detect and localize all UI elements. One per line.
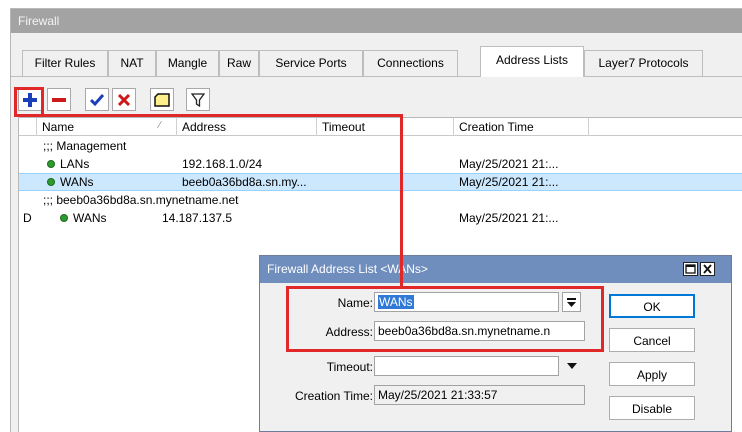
header-name[interactable]: Name ∕	[37, 118, 177, 136]
timeout-label: Timeout:	[326, 360, 373, 374]
row-creation-time: May/25/2021 21:...	[459, 157, 559, 171]
sort-indicator-icon: ∕	[159, 120, 161, 131]
add-button[interactable]	[18, 88, 42, 111]
table-row[interactable]: ;;; beeb0a36bd8a.sn.mynetname.net	[19, 191, 742, 209]
tab-divider	[11, 76, 742, 77]
apply-button[interactable]: Apply	[609, 362, 695, 386]
creation-time-label: Creation Time:	[294, 389, 373, 403]
row-name: WANs	[60, 175, 94, 189]
table-row[interactable]: LANs 192.168.1.0/24 May/25/2021 21:...	[19, 155, 742, 173]
tab-nat[interactable]: NAT	[108, 50, 156, 76]
name-dropdown-button[interactable]	[562, 292, 581, 312]
address-field[interactable]: beeb0a36bd8a.sn.mynetname.n	[374, 321, 585, 341]
tab-raw[interactable]: Raw	[219, 50, 259, 76]
tab-filter-rules[interactable]: Filter Rules	[22, 50, 108, 76]
row-creation-time: May/25/2021 21:...	[459, 175, 559, 189]
row-address: 192.168.1.0/24	[182, 157, 263, 171]
name-field-value: WANs	[378, 295, 414, 309]
header-address[interactable]: Address	[177, 118, 317, 136]
header-name-label: Name	[42, 120, 75, 134]
dropdown-arrow-icon	[567, 298, 576, 307]
table-row-selected[interactable]: WANs beeb0a36bd8a.sn.my... May/25/2021 2…	[19, 173, 742, 191]
enable-button[interactable]	[85, 88, 109, 111]
row-address: beeb0a36bd8a.sn.my...	[182, 175, 307, 189]
creation-time-field: May/25/2021 21:33:57	[374, 385, 585, 405]
address-label: Address:	[325, 325, 373, 339]
tab-service-ports[interactable]: Service Ports	[259, 50, 363, 76]
row-comment: ;;; Management	[43, 139, 127, 153]
row-creation-time: May/25/2021 21:...	[459, 211, 559, 225]
remove-button[interactable]	[47, 88, 71, 111]
row-address: 14.187.137.5	[162, 211, 233, 225]
tab-address-lists[interactable]: Address Lists	[480, 46, 584, 77]
comment-button[interactable]	[150, 88, 174, 111]
status-dot-icon	[47, 160, 55, 168]
timeout-field[interactable]	[374, 356, 559, 376]
row-name: LANs	[60, 157, 90, 171]
header-timeout[interactable]: Timeout	[317, 118, 454, 136]
minus-icon	[52, 97, 66, 102]
x-icon	[117, 93, 131, 106]
disable-dialog-button[interactable]: Disable	[609, 396, 695, 420]
ok-button[interactable]: OK	[609, 294, 695, 318]
window-title: Firewall	[11, 9, 742, 33]
tab-connections[interactable]: Connections	[363, 50, 458, 76]
close-button[interactable]	[700, 262, 715, 276]
restore-button[interactable]	[683, 262, 698, 276]
plus-icon	[23, 92, 37, 107]
name-field[interactable]: WANs	[374, 292, 559, 312]
status-dot-icon	[60, 214, 68, 222]
disable-button[interactable]	[112, 88, 136, 111]
row-name: WANs	[73, 211, 107, 225]
tab-mangle[interactable]: Mangle	[156, 50, 219, 76]
table-row[interactable]: ;;; Management	[19, 137, 742, 155]
timeout-dropdown-icon[interactable]	[566, 360, 578, 372]
header-flag	[19, 118, 37, 136]
name-label: Name:	[337, 296, 373, 310]
table-header: Name ∕ Address Timeout Creation Time	[19, 118, 742, 136]
row-flag: D	[23, 211, 32, 225]
address-list-dialog: Firewall Address List <WANs> Name: WANs …	[259, 255, 732, 432]
comment-icon	[154, 92, 170, 107]
dialog-title: Firewall Address List <WANs>	[260, 256, 731, 283]
row-comment: ;;; beeb0a36bd8a.sn.mynetname.net	[43, 193, 239, 207]
status-dot-icon	[47, 178, 55, 186]
cancel-button[interactable]: Cancel	[609, 328, 695, 352]
restore-icon	[685, 264, 696, 274]
filter-icon	[191, 92, 205, 107]
tab-layer7-protocols[interactable]: Layer7 Protocols	[584, 50, 703, 76]
table-row[interactable]: D WANs 14.187.137.5 May/25/2021 21:...	[19, 209, 742, 227]
filter-button[interactable]	[186, 88, 210, 111]
close-icon	[703, 264, 712, 274]
header-creation-time[interactable]: Creation Time	[454, 118, 589, 136]
check-icon	[90, 93, 104, 106]
